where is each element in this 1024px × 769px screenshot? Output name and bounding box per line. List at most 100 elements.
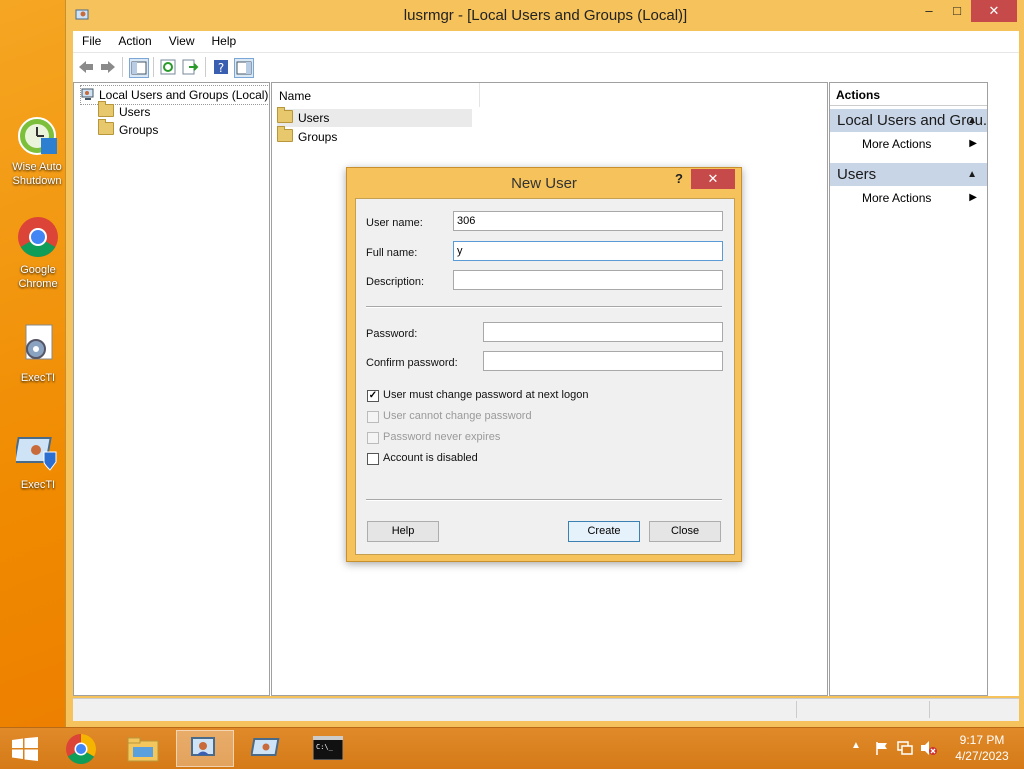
action-more-actions[interactable]: More Actions ▶	[862, 188, 977, 208]
taskbar-execti[interactable]	[238, 730, 296, 767]
desktop-icon-execti-2[interactable]: ExecTI	[6, 430, 70, 492]
column-header-name[interactable]: Name	[272, 83, 480, 107]
divider	[366, 306, 722, 308]
folder-icon	[277, 107, 293, 123]
desktop-icon-google-chrome[interactable]: Google Chrome	[6, 215, 70, 291]
desktop-icon-wise-auto-shutdown[interactable]: Wise Auto Shutdown	[5, 112, 69, 188]
cannot-change-password-label: User cannot change password	[383, 410, 532, 422]
desktop-icon-execti-1[interactable]: ExecTI	[6, 323, 70, 385]
action-item-label: More Actions	[862, 137, 932, 151]
password-field[interactable]	[483, 322, 723, 342]
description-field[interactable]	[453, 270, 723, 290]
close-button[interactable]: Close	[649, 521, 721, 542]
confirm-password-label: Confirm password:	[366, 357, 458, 369]
toolbar-separator	[153, 57, 154, 77]
volume-muted-icon[interactable]	[920, 740, 938, 756]
dialog-close-button[interactable]: ✕	[691, 169, 735, 189]
description-label: Description:	[366, 276, 425, 288]
minimize-button[interactable]: –	[915, 0, 943, 22]
desktop-icon-label: Wise Auto Shutdown	[12, 161, 62, 187]
confirm-password-field[interactable]	[483, 351, 723, 371]
cmd-icon: C:\_	[313, 736, 343, 760]
lusrmgr-icon	[191, 737, 215, 756]
password-label: Password:	[366, 328, 418, 340]
action-more-actions[interactable]: More Actions ▶	[862, 134, 977, 154]
window-title: lusrmgr - [Local Users and Groups (Local…	[403, 7, 688, 24]
chrome-icon	[66, 734, 97, 765]
title-bar[interactable]: lusrmgr - [Local Users and Groups (Local…	[66, 0, 1024, 31]
tree-root-node[interactable]: Local Users and Groups (Local)	[80, 85, 273, 105]
password-never-expires-checkbox[interactable]	[367, 432, 379, 444]
account-disabled-label[interactable]: Account is disabled	[383, 452, 478, 464]
maximize-button[interactable]: □	[943, 0, 971, 22]
help-icon[interactable]: ?	[212, 58, 230, 76]
tree-root-label: Local Users and Groups (Local)	[99, 88, 269, 102]
chrome-icon	[18, 217, 58, 257]
execti-shield-icon	[16, 437, 57, 471]
forward-arrow-icon[interactable]	[99, 58, 117, 76]
new-user-dialog: New User ? ✕ User name: 306 Full name: y…	[346, 167, 742, 562]
refresh-icon[interactable]	[159, 58, 177, 76]
menu-help[interactable]: Help	[203, 31, 245, 48]
taskbar-file-explorer[interactable]	[114, 730, 172, 767]
toolbar: ?	[73, 52, 1019, 82]
computer-users-icon	[81, 88, 94, 100]
submenu-arrow-icon: ▶	[969, 138, 977, 149]
dialog-help-button[interactable]: ?	[675, 171, 683, 186]
submenu-arrow-icon: ▶	[969, 192, 977, 203]
network-icon[interactable]	[897, 740, 913, 756]
toolbar-separator	[205, 57, 206, 77]
taskbar-chrome[interactable]	[52, 730, 110, 767]
list-item-label: Users	[298, 111, 330, 125]
clock-time[interactable]: 9:17 PM	[948, 733, 1016, 747]
file-explorer-icon	[127, 737, 159, 762]
menu-view[interactable]: View	[160, 31, 203, 48]
actions-pane: Actions Local Users and Grou... ▲ More A…	[829, 82, 988, 696]
taskbar-lusrmgr[interactable]	[176, 730, 234, 767]
user-name-field[interactable]: 306	[453, 211, 723, 231]
start-icon[interactable]	[12, 737, 38, 761]
list-item-label: Groups	[298, 130, 338, 144]
menu-action[interactable]: Action	[109, 31, 159, 48]
action-center-flag-icon[interactable]	[874, 740, 890, 756]
action-group-title: Users	[837, 166, 877, 183]
folder-icon	[98, 119, 114, 135]
action-item-label: More Actions	[862, 191, 932, 205]
show-hidden-icons-icon[interactable]: ▲	[851, 740, 861, 751]
tree-node-label: Groups	[119, 123, 159, 137]
full-name-field[interactable]: y	[453, 241, 723, 261]
must-change-password-checkbox[interactable]: ✓	[367, 390, 379, 402]
export-list-icon[interactable]	[181, 58, 199, 76]
folder-icon	[98, 101, 114, 117]
cannot-change-password-checkbox[interactable]	[367, 411, 379, 423]
show-action-pane-icon[interactable]	[234, 58, 254, 78]
collapse-caret-icon[interactable]: ▲	[967, 109, 977, 132]
action-group-local-users-groups[interactable]: Local Users and Grou... ▲	[830, 109, 987, 132]
action-group-users[interactable]: Users ▲	[830, 163, 987, 186]
must-change-password-label[interactable]: User must change password at next logon	[383, 389, 588, 401]
console-tree: Local Users and Groups (Local) Users Gro…	[73, 82, 273, 696]
divider	[366, 499, 722, 501]
svg-text:?: ?	[218, 61, 224, 75]
svg-text:C:\_: C:\_	[316, 743, 334, 751]
tree-node-groups[interactable]: Groups	[98, 119, 159, 139]
back-arrow-icon[interactable]	[77, 58, 95, 76]
create-button[interactable]: Create	[568, 521, 640, 542]
list-item-users[interactable]: Users	[277, 107, 472, 127]
account-disabled-checkbox[interactable]	[367, 453, 379, 465]
menu-file[interactable]: File	[73, 31, 109, 48]
full-name-label: Full name:	[366, 247, 418, 259]
desktop-icon-label: Google Chrome	[18, 264, 58, 290]
clock-date[interactable]: 4/27/2023	[948, 749, 1016, 763]
close-window-button[interactable]: ✕	[971, 0, 1017, 22]
folder-icon	[277, 126, 293, 142]
collapse-caret-icon[interactable]: ▲	[967, 163, 977, 186]
menu-bar: File Action View Help	[73, 31, 1019, 52]
taskbar-cmd[interactable]: C:\_	[300, 730, 358, 767]
show-console-tree-icon[interactable]	[129, 58, 149, 78]
execti-gear-icon	[25, 324, 53, 360]
help-button[interactable]: Help	[367, 521, 439, 542]
actions-header: Actions	[830, 83, 987, 106]
list-item-groups[interactable]: Groups	[277, 126, 472, 146]
user-name-label: User name:	[366, 217, 423, 229]
